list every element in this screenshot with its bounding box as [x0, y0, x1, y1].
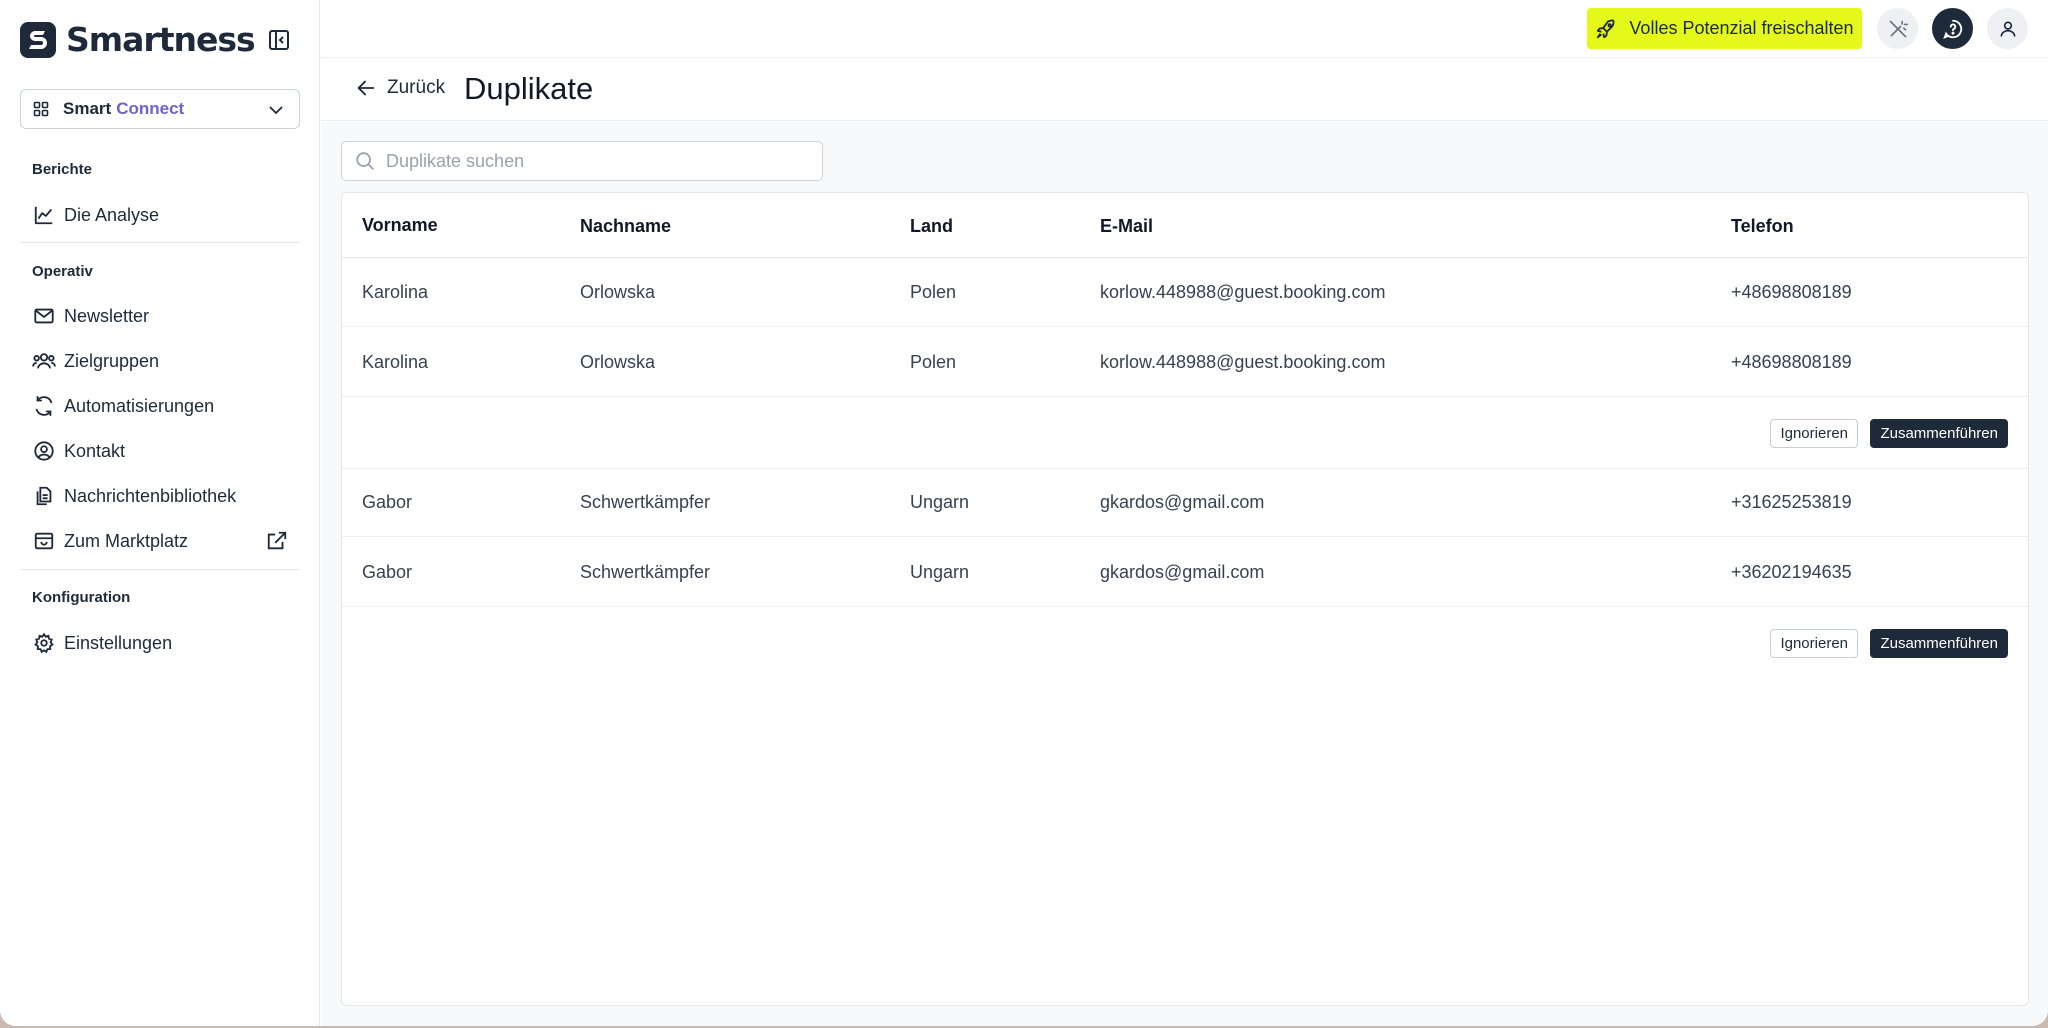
table-row: Karolina Orlowska Polen korlow.448988@gu… [342, 328, 2028, 397]
column-header-telefon[interactable]: Telefon [1731, 216, 1794, 237]
search-box[interactable] [341, 141, 823, 181]
wand-off-icon [1889, 20, 1908, 37]
refresh-icon [32, 394, 56, 418]
help-button[interactable] [1932, 8, 1973, 49]
user-circle-icon [32, 439, 56, 463]
main-content: Vorname Nachname Land E-Mail Telefon Kar… [321, 122, 2048, 1026]
sidebar: Smartness Smart Connect Berichte Die Ana… [0, 0, 320, 1026]
sidebar-divider [20, 569, 300, 570]
chart-line-icon [32, 203, 56, 227]
column-header-land[interactable]: Land [910, 216, 953, 237]
sidebar-item-newsletter[interactable]: Newsletter [20, 297, 300, 335]
mail-icon [32, 304, 56, 328]
column-header-vorname[interactable]: Vorname [362, 215, 438, 236]
merge-button[interactable]: Zusammenführen [1870, 419, 2008, 448]
users-icon [32, 349, 56, 373]
table-row: Gabor Schwertkämpfer Ungarn gkardos@gmai… [342, 538, 2028, 607]
cell-nachname: Orlowska [580, 282, 656, 302]
external-link-icon [266, 530, 288, 552]
rocket-icon [1597, 19, 1615, 38]
sidebar-divider [20, 242, 300, 243]
cell-nachname: Schwertkämpfer [580, 562, 711, 582]
cell-nachname: Orlowska [580, 352, 656, 372]
cell-email: gkardos@gmail.com [1100, 562, 1265, 582]
duplicate-group-actions: Ignorieren Zusammenführen [342, 608, 2028, 679]
gear-icon [32, 631, 56, 655]
duplicate-group-actions: Ignorieren Zusammenführen [342, 398, 2028, 469]
duplicates-table: Vorname Nachname Land E-Mail Telefon Kar… [341, 192, 2029, 1006]
cell-vorname: Karolina [362, 352, 429, 372]
sidebar-item-zum-marktplatz[interactable]: Zum Marktplatz [20, 522, 300, 560]
app-window: Smartness Smart Connect Berichte Die Ana… [0, 0, 2048, 1026]
arrow-left-icon [357, 80, 375, 96]
sidebar-item-automatisierungen[interactable]: Automatisierungen [20, 387, 300, 425]
cell-land: Ungarn [910, 562, 970, 582]
cell-land: Ungarn [910, 492, 970, 512]
sidebar-item-kontakt[interactable]: Kontakt [20, 432, 300, 470]
back-button[interactable]: Zurück [355, 77, 445, 99]
user-profile-button[interactable] [1987, 8, 2028, 49]
cell-land: Polen [910, 282, 957, 302]
product-switcher[interactable]: Smart Connect [20, 89, 300, 129]
sidebar-item-label: Kontakt [64, 440, 126, 461]
upgrade-button-label: Volles Potenzial freischalten [1629, 18, 1854, 38]
section-title-berichte: Berichte [32, 161, 93, 178]
sidebar-item-label: Einstellungen [64, 632, 173, 653]
sidebar-item-label: Zielgruppen [64, 350, 160, 371]
cell-nachname: Schwertkämpfer [580, 492, 711, 512]
sidebar-item-label: Die Analyse [64, 204, 160, 225]
ignore-button[interactable]: Ignorieren [1770, 419, 1858, 448]
sidebar-item-nachrichtenbibliothek[interactable]: Nachrichtenbibliothek [20, 477, 300, 515]
page-title: Duplikate [464, 71, 594, 106]
cell-telefon: +48698808189 [1731, 282, 1852, 302]
store-icon [32, 529, 56, 553]
search-input[interactable] [386, 150, 806, 172]
cell-email: gkardos@gmail.com [1100, 492, 1265, 512]
merge-button[interactable]: Zusammenführen [1870, 629, 2008, 658]
sidebar-collapse-icon [269, 30, 289, 50]
grid-icon [33, 101, 49, 117]
product-name-connect: Connect [116, 99, 185, 118]
section-title-operativ: Operativ [32, 263, 93, 280]
sidebar-item-zielgruppen[interactable]: Zielgruppen [20, 342, 300, 380]
search-icon [356, 152, 374, 170]
chevron-down-icon [267, 101, 285, 119]
table-header: Vorname Nachname Land E-Mail Telefon [342, 193, 2028, 258]
section-title-konfiguration: Konfiguration [32, 589, 131, 606]
magic-wand-button[interactable] [1877, 8, 1918, 49]
help-chat-icon [1942, 19, 1962, 39]
files-icon [32, 484, 56, 508]
collapse-sidebar-button[interactable] [266, 27, 292, 53]
brand-logo[interactable]: Smartness [20, 20, 256, 59]
top-bar: Volles Potenzial freischalten [321, 0, 2048, 58]
ignore-button[interactable]: Ignorieren [1770, 629, 1858, 658]
table-row: Gabor Schwertkämpfer Ungarn gkardos@gmai… [342, 468, 2028, 537]
back-label: Zurück [387, 77, 446, 98]
cell-telefon: +48698808189 [1731, 352, 1852, 372]
upgrade-button[interactable]: Volles Potenzial freischalten [1587, 8, 1862, 49]
sidebar-item-einstellungen[interactable]: Einstellungen [20, 624, 300, 662]
sidebar-item-die-analyse[interactable]: Die Analyse [20, 196, 300, 234]
cell-vorname: Gabor [362, 492, 413, 512]
cell-vorname: Gabor [362, 562, 413, 582]
brand-name: Smartness [66, 20, 256, 59]
column-header-nachname[interactable]: Nachname [580, 216, 671, 237]
cell-email: korlow.448988@guest.booking.com [1100, 352, 1386, 372]
cell-land: Polen [910, 352, 957, 372]
sidebar-item-label: Automatisierungen [64, 395, 215, 416]
cell-vorname: Karolina [362, 282, 429, 302]
sidebar-item-label: Nachrichtenbibliothek [64, 485, 237, 506]
product-name-smart: Smart [63, 99, 112, 118]
cell-telefon: +36202194635 [1731, 562, 1852, 582]
column-header-email[interactable]: E-Mail [1100, 216, 1153, 237]
sidebar-item-label: Zum Marktplatz [64, 530, 189, 551]
table-row: Karolina Orlowska Polen korlow.448988@gu… [342, 258, 2028, 327]
cell-telefon: +31625253819 [1731, 492, 1852, 512]
smartness-logo-icon [20, 21, 56, 58]
sidebar-item-label: Newsletter [64, 305, 150, 326]
cell-email: korlow.448988@guest.booking.com [1100, 282, 1386, 302]
page-header: Zurück Duplikate [321, 59, 2048, 121]
user-icon [2000, 21, 2015, 37]
